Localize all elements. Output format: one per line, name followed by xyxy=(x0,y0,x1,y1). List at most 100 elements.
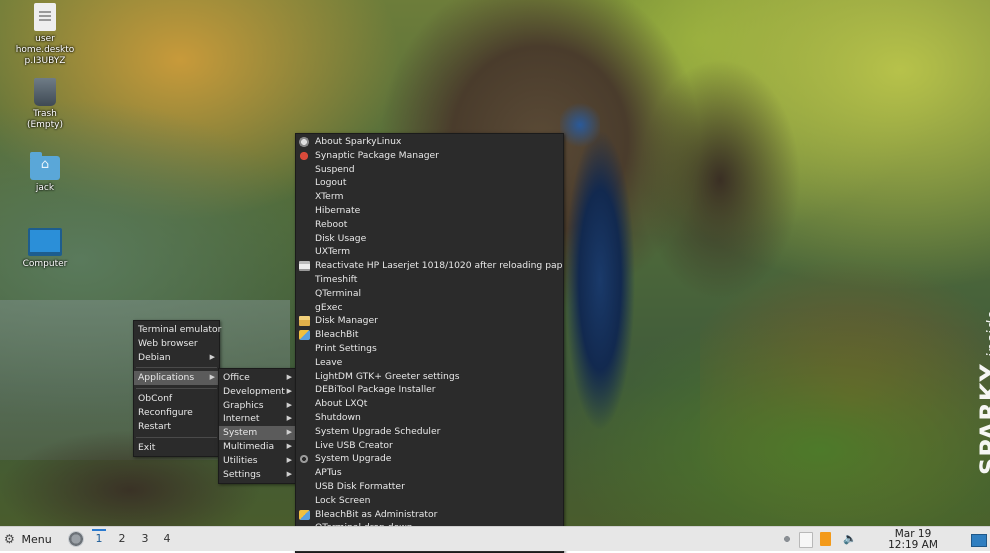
menu-separator xyxy=(136,388,217,390)
menu-item-development[interactable]: Development ▶ xyxy=(219,385,296,399)
menu-item-lightdm-greeter-settings[interactable]: LightDM GTK+ Greeter settings xyxy=(296,370,563,384)
disk-manager-icon xyxy=(299,316,310,327)
desktop-icon-computer[interactable]: Computer xyxy=(10,228,80,270)
menu-item-about-sparkylinux[interactable]: About SparkyLinux xyxy=(296,135,563,149)
menu-item-label: Multimedia xyxy=(223,440,275,452)
desktop-switch-icon[interactable] xyxy=(971,534,987,547)
menu-item-web-browser[interactable]: Web browser xyxy=(134,337,219,351)
menu-item-utilities[interactable]: Utilities ▶ xyxy=(219,454,296,468)
menu-item-obconf[interactable]: ObConf xyxy=(134,392,219,406)
menu-item-bleachbit-admin[interactable]: BleachBit as Administrator xyxy=(296,508,563,522)
menu-item-label: Disk Manager xyxy=(315,315,378,327)
menu-item-system-upgrade-scheduler[interactable]: System Upgrade Scheduler xyxy=(296,425,563,439)
main-menu-label: Menu xyxy=(21,533,52,546)
menu-item-disk-manager[interactable]: Disk Manager xyxy=(296,314,563,328)
menu-item-label: Timeshift xyxy=(315,273,358,285)
menu-item-label: System Upgrade Scheduler xyxy=(315,425,441,437)
menu-item-disk-usage[interactable]: Disk Usage xyxy=(296,232,563,246)
clock-time: 12:19 AM xyxy=(888,539,938,551)
menu-item-lock-screen[interactable]: Lock Screen xyxy=(296,494,563,508)
menu-item-label: gExec xyxy=(315,301,343,313)
desktop-icon-label: user home.deskto p.I3UBYZ xyxy=(15,34,75,66)
menu-item-live-usb-creator[interactable]: Live USB Creator xyxy=(296,439,563,453)
submenu-arrow-icon: ▶ xyxy=(286,428,292,437)
main-menu-button[interactable]: ⚙ Menu xyxy=(4,531,52,547)
usb-icon[interactable] xyxy=(780,532,794,546)
menu-item-exit[interactable]: Exit xyxy=(134,441,219,455)
clock[interactable]: Mar 19 12:19 AM xyxy=(880,529,946,551)
menu-item-qterminal[interactable]: QTerminal xyxy=(296,287,563,301)
volume-icon[interactable]: 🔈 xyxy=(843,532,857,546)
submenu-arrow-icon: ▶ xyxy=(209,373,215,382)
workspace-4[interactable]: 4 xyxy=(160,531,174,547)
menu-item-applications[interactable]: Applications ▶ xyxy=(134,371,219,386)
menu-item-label: Utilities xyxy=(223,454,258,466)
menu-item-print-settings[interactable]: Print Settings xyxy=(296,342,563,356)
menu-item-system-upgrade[interactable]: System Upgrade xyxy=(296,452,563,466)
menu-item-leave[interactable]: Leave xyxy=(296,356,563,370)
desktop-icon-trash[interactable]: Trash (Empty) xyxy=(10,78,80,131)
menu-item-bleachbit[interactable]: BleachBit xyxy=(296,328,563,342)
menu-item-shutdown[interactable]: Shutdown xyxy=(296,411,563,425)
taskbar: ⚙ Menu 1 2 3 4 🔈 Mar 19 12:19 AM xyxy=(0,526,990,551)
notes-icon[interactable] xyxy=(820,532,831,546)
submenu-arrow-icon: ▶ xyxy=(286,386,292,395)
menu-item-multimedia[interactable]: Multimedia ▶ xyxy=(219,440,296,454)
workspace-1[interactable]: 1 xyxy=(92,529,106,547)
menu-item-terminal-emulator[interactable]: Terminal emulator xyxy=(134,323,221,337)
menu-item-about-lxqt[interactable]: About LXQt xyxy=(296,397,563,411)
menu-item-label: Restart xyxy=(138,420,172,432)
menu-item-label: Shutdown xyxy=(315,411,361,423)
submenu-arrow-icon: ▶ xyxy=(286,469,292,478)
menu-item-label: USB Disk Formatter xyxy=(315,480,405,492)
workspace-2[interactable]: 2 xyxy=(115,531,129,547)
menu-item-label: Disk Usage xyxy=(315,232,367,244)
menu-item-settings[interactable]: Settings ▶ xyxy=(219,468,296,482)
clipboard-icon[interactable] xyxy=(799,532,813,548)
menu-item-label: Applications xyxy=(138,372,195,384)
home-folder-icon xyxy=(30,152,60,180)
computer-icon xyxy=(28,228,62,256)
menu-item-gexec[interactable]: gExec xyxy=(296,301,563,315)
workspace-3[interactable]: 3 xyxy=(138,531,152,547)
submenu-arrow-icon: ▶ xyxy=(286,455,292,464)
menu-item-office[interactable]: Office ▶ xyxy=(219,371,296,385)
menu-separator xyxy=(136,367,217,369)
menu-item-xterm[interactable]: XTerm xyxy=(296,190,563,204)
menu-item-label: Live USB Creator xyxy=(315,439,393,451)
menu-item-aptus[interactable]: APTus xyxy=(296,466,563,480)
submenu-arrow-icon: ▶ xyxy=(286,373,292,381)
menu-item-usb-disk-formatter[interactable]: USB Disk Formatter xyxy=(296,480,563,494)
menu-item-system[interactable]: System ▶ xyxy=(219,426,296,440)
menu-item-label: Debian xyxy=(138,351,171,363)
submenu-arrow-icon: ▶ xyxy=(286,400,292,409)
menu-item-uxterm[interactable]: UXTerm xyxy=(296,245,563,259)
desktop-icon-jack[interactable]: jack xyxy=(10,152,80,194)
menu-separator xyxy=(136,436,217,438)
menu-item-synaptic[interactable]: Synaptic Package Manager xyxy=(296,149,563,163)
text-file-icon xyxy=(34,3,56,31)
menu-item-graphics[interactable]: Graphics ▶ xyxy=(219,399,296,413)
menu-item-internet[interactable]: Internet ▶ xyxy=(219,412,296,426)
menu-item-label: Hibernate xyxy=(315,204,361,216)
menu-item-debian[interactable]: Debian ▶ xyxy=(134,351,219,365)
menu-item-label: Synaptic Package Manager xyxy=(315,149,439,161)
menu-item-label: Settings xyxy=(223,468,261,480)
menu-item-restart[interactable]: Restart xyxy=(134,420,219,434)
menu-item-reactivate-hp-laserjet[interactable]: Reactivate HP Laserjet 1018/1020 after r… xyxy=(296,259,563,273)
menu-item-label: APTus xyxy=(315,467,342,479)
desktop-icon-user-home-file[interactable]: user home.deskto p.I3UBYZ xyxy=(10,3,80,67)
menu-item-logout[interactable]: Logout xyxy=(296,176,563,190)
menu-item-hibernate[interactable]: Hibernate xyxy=(296,204,563,218)
gear-icon: ⚙ xyxy=(4,532,15,546)
menu-item-suspend[interactable]: Suspend xyxy=(296,163,563,177)
trash-icon xyxy=(34,78,56,106)
show-desktop-icon[interactable] xyxy=(68,531,84,547)
menu-item-timeshift[interactable]: Timeshift xyxy=(296,273,563,287)
menu-item-reboot[interactable]: Reboot xyxy=(296,218,563,232)
menu-item-reconfigure[interactable]: Reconfigure xyxy=(134,406,219,420)
menu-item-label: About SparkyLinux xyxy=(315,136,402,147)
synaptic-icon xyxy=(299,150,310,161)
menu-item-label: Logout xyxy=(315,177,347,189)
menu-item-debitool[interactable]: DEBiTool Package Installer xyxy=(296,383,563,397)
